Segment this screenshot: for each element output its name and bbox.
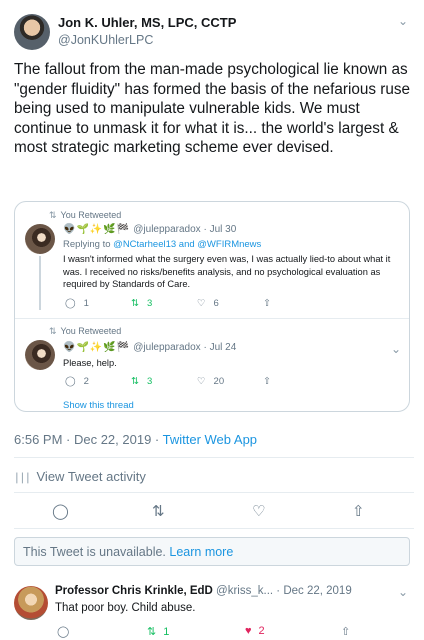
author-name[interactable]: Jon K. Uhler, MS, LPC, CCTP: [58, 15, 236, 30]
share-icon: ⇧: [341, 626, 351, 638]
divider: [14, 457, 414, 458]
thread-item-text: Please, help.: [63, 358, 117, 368]
chevron-down-icon[interactable]: ⌄: [398, 14, 408, 28]
share-button[interactable]: ⇧: [263, 376, 271, 387]
reply-tweet[interactable]: Professor Chris Krinkle, EdD @kriss_k...…: [14, 582, 414, 640]
share-button[interactable]: ⇧: [341, 625, 350, 638]
divider: [14, 528, 414, 529]
comment-icon: ◯: [57, 626, 70, 638]
like-button[interactable]: ♡ 20: [197, 376, 224, 387]
share-icon: ⇧: [263, 376, 271, 387]
retweet-icon: ⇅: [49, 326, 57, 336]
thread-item-name[interactable]: 👽🌱✨🌿🏁 @julepparadox · Jul 30: [63, 224, 236, 235]
retweet-label: ⇅ You Retweeted: [49, 326, 122, 336]
learn-more-link[interactable]: Learn more: [169, 545, 233, 559]
retweet-icon: ⇅: [131, 376, 139, 387]
view-activity-button[interactable]: ∣∣∣ View Tweet activity: [14, 469, 146, 484]
heart-icon: ♥: [245, 625, 252, 637]
share-button[interactable]: ⇧: [263, 298, 271, 309]
retweet-icon: ⇅: [147, 626, 157, 638]
avatar[interactable]: [14, 14, 50, 50]
source-link[interactable]: Twitter Web App: [163, 432, 257, 447]
unavailable-notice: This Tweet is unavailable. Learn more: [14, 537, 410, 566]
share-icon[interactable]: ⇧: [352, 502, 365, 520]
heart-icon: ♡: [197, 298, 206, 309]
divider: [15, 318, 409, 319]
chevron-down-icon[interactable]: ⌄: [398, 585, 408, 599]
tweet-header: Jon K. Uhler, MS, LPC, CCTP @JonKUhlerLP…: [14, 12, 414, 52]
tweet-actions: ◯ ⇅ ♡ ⇧: [52, 502, 392, 522]
heart-icon: ♡: [197, 376, 206, 387]
reply-text: That poor boy. Child abuse.: [55, 602, 196, 614]
thread-item-text: I wasn't informed what the surgery even …: [63, 254, 391, 289]
thread-connector-line: [39, 256, 41, 310]
mention-link[interactable]: @NCtarheel13 and @WFIRMnews: [113, 239, 261, 250]
quoted-thread-card[interactable]: ⇅ You Retweeted 👽🌱✨🌿🏁 @julepparadox · Jul …: [14, 201, 410, 412]
avatar[interactable]: [25, 340, 55, 370]
retweet-button[interactable]: ⇅ 3: [131, 298, 152, 309]
reply-button[interactable]: ◯ 1: [65, 298, 89, 309]
retweet-icon[interactable]: ⇅: [152, 502, 165, 520]
comment-icon[interactable]: ◯: [52, 502, 69, 520]
chevron-down-icon[interactable]: ⌄: [391, 342, 401, 356]
show-thread-link[interactable]: Show this thread: [63, 400, 134, 411]
retweet-label: ⇅ You Retweeted: [49, 210, 122, 220]
tweet-text: The fallout from the man-made psychologi…: [14, 61, 411, 156]
reply-author[interactable]: Professor Chris Krinkle, EdD @kriss_k...…: [55, 585, 352, 597]
share-icon: ⇧: [263, 298, 271, 309]
avatar[interactable]: [25, 224, 55, 254]
reply-actions: ◯ ⇅ 1 ♥ 2 ⇧: [55, 625, 355, 639]
reply-button[interactable]: ◯ 2: [65, 376, 89, 387]
comment-icon: ◯: [65, 298, 76, 309]
retweet-icon: ⇅: [49, 210, 57, 220]
like-button[interactable]: ♥ 2: [245, 625, 265, 637]
reply-button[interactable]: ◯: [57, 625, 76, 638]
comment-icon: ◯: [65, 376, 76, 387]
author-handle[interactable]: @JonKUhlerLPC: [58, 33, 153, 47]
analytics-icon: ∣∣∣: [14, 472, 31, 484]
retweet-icon: ⇅: [131, 298, 139, 309]
heart-icon[interactable]: ♡: [252, 502, 265, 520]
avatar[interactable]: [14, 586, 48, 620]
retweet-button[interactable]: ⇅ 1: [147, 625, 169, 638]
thread-item-actions: ◯ 2 ⇅ 3 ♡ 20 ⇧: [63, 376, 303, 390]
retweet-button[interactable]: ⇅ 3: [131, 376, 152, 387]
like-button[interactable]: ♡ 6: [197, 298, 219, 309]
replying-to: Replying to @NCtarheel13 and @WFIRMnews: [63, 239, 262, 250]
divider: [14, 492, 414, 493]
tweet-timestamp: 6:56 PM · Dec 22, 2019 · Twitter Web App: [14, 432, 258, 447]
thread-item-actions: ◯ 1 ⇅ 3 ♡ 6 ⇧: [63, 298, 303, 312]
thread-item-name[interactable]: 👽🌱✨🌿🏁 @julepparadox · Jul 24: [63, 342, 236, 353]
